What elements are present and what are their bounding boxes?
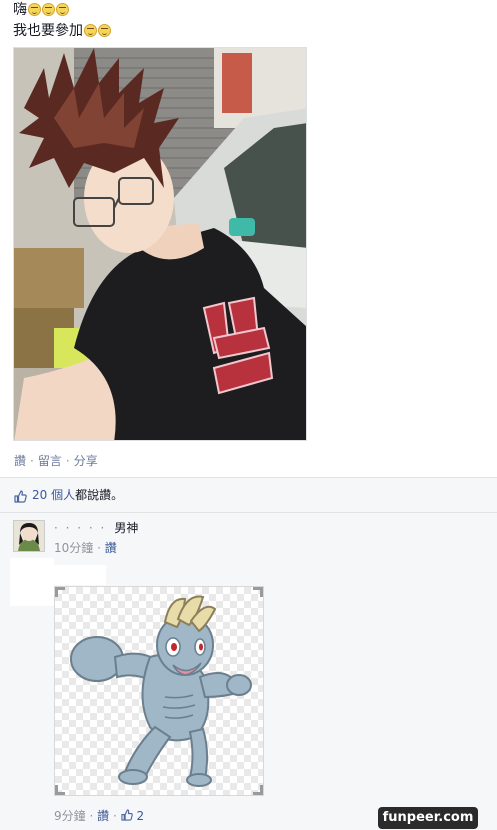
post-text: 嗨 我也要參加: [13, 0, 313, 42]
likes-suffix: 都說讚。: [75, 488, 124, 502]
post-photo[interactable]: [13, 47, 307, 441]
share-link[interactable]: 分享: [74, 454, 98, 468]
watermark: funpeer.com: [378, 807, 478, 829]
sticker-comment-meta: 9分鐘 · 讚 · 2: [54, 808, 144, 824]
separator: ·: [65, 454, 70, 468]
grin-emoji-icon: [98, 24, 111, 37]
sticker-comment-time[interactable]: 9分鐘: [54, 809, 86, 823]
separator: ·: [112, 809, 117, 823]
post-line-2: 我也要參加: [13, 21, 313, 42]
grin-emoji-icon: [42, 3, 55, 16]
comment: · · · · · 男神: [54, 520, 138, 536]
redaction-patch: [10, 558, 54, 606]
grin-emoji-icon: [56, 3, 69, 16]
post-line-1: 嗨: [13, 0, 313, 21]
avatar-image: [14, 521, 44, 551]
thumbs-up-icon: [120, 809, 137, 823]
sticker-comment-like-count[interactable]: 2: [136, 809, 144, 823]
comment-time[interactable]: 10分鐘: [54, 541, 93, 555]
likes-summary: 20 個人都說讚。: [0, 484, 497, 513]
post-line-2-text: 我也要參加: [13, 23, 83, 39]
separator: ·: [89, 809, 94, 823]
post-actions: 讚 · 留言 · 分享: [14, 452, 98, 469]
sticker-comment-like-link[interactable]: 讚: [97, 809, 109, 823]
likes-count-link[interactable]: 20 個人: [32, 488, 75, 502]
redaction-patch: [54, 565, 106, 585]
grin-emoji-icon: [84, 24, 97, 37]
comment-text: 男神: [114, 521, 139, 535]
comment-sticker-image[interactable]: [54, 586, 264, 796]
thumbs-up-icon: [14, 488, 27, 510]
separator: ·: [97, 541, 101, 555]
commenter-avatar[interactable]: [13, 520, 45, 552]
comment-meta: 10分鐘 · 讚: [54, 540, 117, 556]
cartoon-creature-illustration: [55, 587, 263, 795]
comment-link[interactable]: 留言: [38, 454, 62, 468]
comment-like-link[interactable]: 讚: [105, 541, 117, 555]
likes-count-text: 20 個人都說讚。: [32, 484, 123, 506]
post-line-1-text: 嗨: [13, 2, 27, 18]
like-link[interactable]: 讚: [14, 454, 26, 468]
selfie-photo-illustration: [14, 48, 306, 440]
comment-author[interactable]: · · · · ·: [54, 521, 106, 535]
grin-emoji-icon: [28, 3, 41, 16]
separator: ·: [30, 454, 34, 468]
